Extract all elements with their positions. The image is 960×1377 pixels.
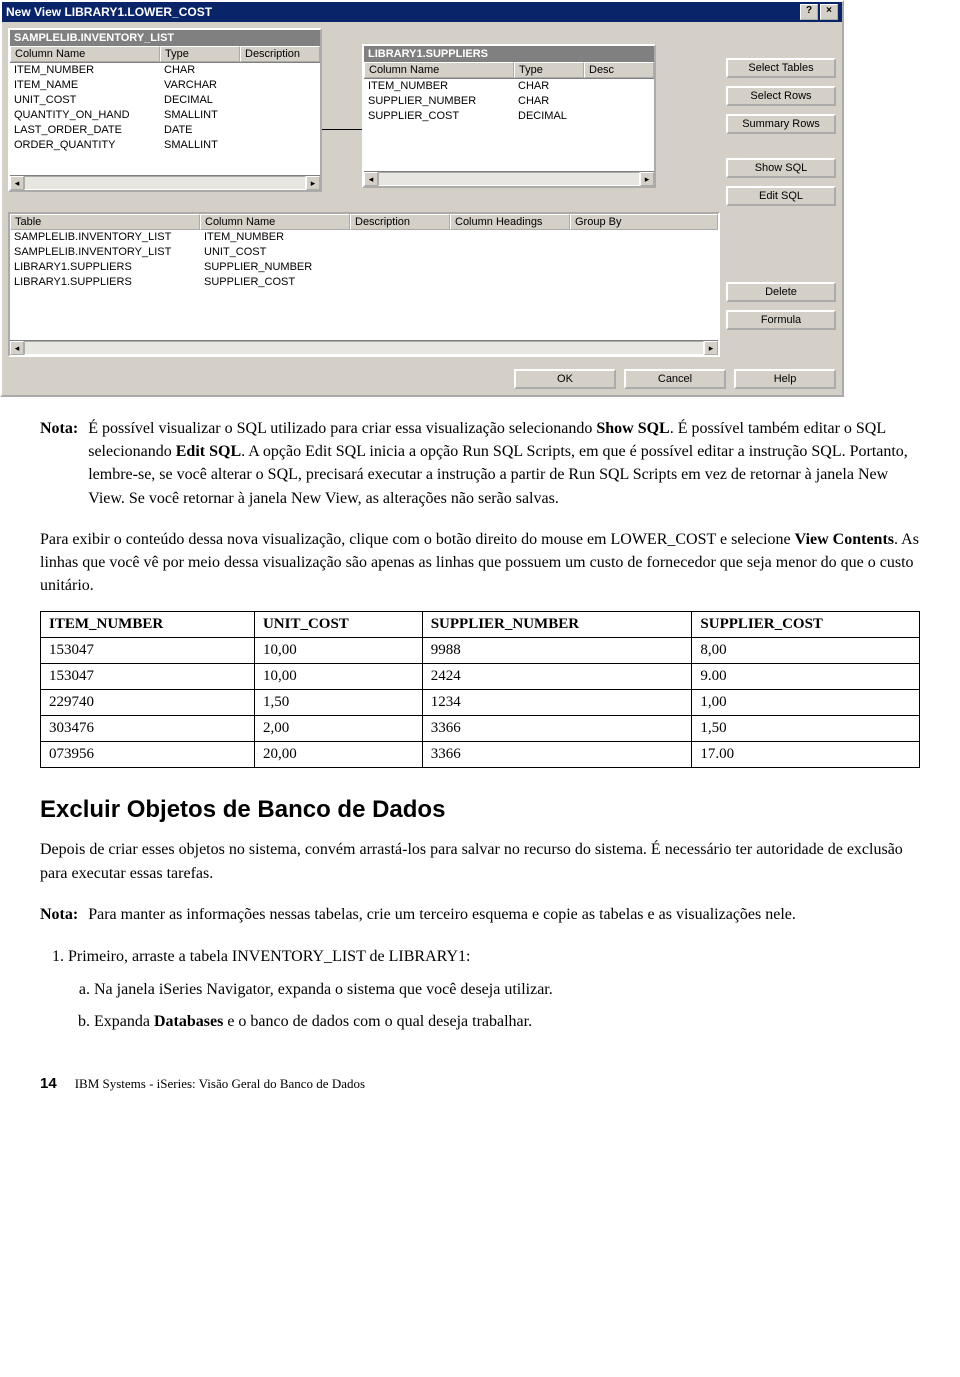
table-row: 07395620,00336617.00	[41, 742, 920, 768]
col-header[interactable]: Group By	[570, 214, 718, 230]
col-header[interactable]: Table	[10, 214, 200, 230]
scroll-left-icon[interactable]: ◂	[364, 172, 378, 186]
bold-showsql: Show SQL	[596, 420, 669, 437]
table-row: 15304710,0099888,00	[41, 638, 920, 664]
col-header[interactable]: Type	[514, 62, 584, 78]
close-icon[interactable]: ×	[820, 4, 838, 20]
col-header[interactable]: Column Name	[364, 62, 514, 78]
scrollbar[interactable]: ◂▸	[10, 175, 320, 190]
note-text: É possível visualizar o SQL utilizado pa…	[88, 417, 920, 510]
table-row[interactable]: LIBRARY1.SUPPLIERSSUPPLIER_COST	[10, 275, 718, 290]
col-header[interactable]: Column Name	[10, 46, 160, 62]
note-block: Nota: Para manter as informações nessas …	[40, 903, 920, 926]
scroll-track[interactable]	[378, 172, 640, 186]
window-title: New View LIBRARY1.LOWER_COST	[6, 5, 212, 19]
table-box-suppliers[interactable]: LIBRARY1.SUPPLIERS Column Name Type Desc…	[362, 44, 656, 188]
table-row[interactable]: UNIT_COSTDECIMAL	[10, 93, 320, 108]
th: UNIT_COST	[254, 612, 422, 638]
paragraph: Para exibir o conteúdo dessa nova visual…	[40, 528, 920, 598]
ordered-list: Primeiro, arraste a tabela INVENTORY_LIS…	[40, 944, 920, 1035]
scrollbar[interactable]: ◂▸	[10, 340, 718, 355]
paragraph: Depois de criar esses objetos no sistema…	[40, 838, 920, 884]
table-row[interactable]: ORDER_QUANTITYSMALLINT	[10, 138, 320, 153]
tables-diagram: SAMPLELIB.INVENTORY_LIST Column Name Typ…	[8, 28, 720, 192]
col-header[interactable]: Desc	[584, 62, 654, 78]
col-header[interactable]: Column Name	[200, 214, 350, 230]
ordered-sublist: Na janela iSeries Navigator, expanda o s…	[68, 977, 920, 1034]
scroll-right-icon[interactable]: ▸	[704, 341, 718, 355]
page-footer: 14 IBM Systems - iSeries: Visão Geral do…	[40, 1075, 920, 1092]
scroll-track[interactable]	[24, 341, 704, 355]
results-table: ITEM_NUMBER UNIT_COST SUPPLIER_NUMBER SU…	[40, 611, 920, 768]
table-row[interactable]: QUANTITY_ON_HANDSMALLINT	[10, 108, 320, 123]
table-box-title: SAMPLELIB.INVENTORY_LIST	[10, 30, 320, 46]
select-rows-button[interactable]: Select Rows	[726, 86, 836, 106]
table-row[interactable]: SUPPLIER_COSTDECIMAL	[364, 109, 654, 124]
table-row: 15304710,0024249.00	[41, 664, 920, 690]
scroll-track[interactable]	[24, 176, 306, 190]
table-box-inventory[interactable]: SAMPLELIB.INVENTORY_LIST Column Name Typ…	[8, 28, 322, 192]
section-heading: Excluir Objetos de Banco de Dados	[40, 796, 920, 824]
selected-columns-grid[interactable]: Table Column Name Description Column Hea…	[8, 212, 720, 357]
cancel-button[interactable]: Cancel	[624, 369, 726, 389]
delete-button[interactable]: Delete	[726, 282, 836, 302]
help-button[interactable]: Help	[734, 369, 836, 389]
bold-databases: Databases	[154, 1013, 223, 1030]
th: SUPPLIER_COST	[692, 612, 920, 638]
scroll-left-icon[interactable]: ◂	[10, 341, 24, 355]
join-line	[322, 129, 362, 131]
table-row[interactable]: SUPPLIER_NUMBERCHAR	[364, 94, 654, 109]
col-header[interactable]: Description	[240, 46, 320, 62]
table-row: 2297401,5012341,00	[41, 690, 920, 716]
note-block: Nota: É possível visualizar o SQL utiliz…	[40, 417, 920, 510]
table-row[interactable]: ITEM_NUMBERCHAR	[10, 63, 320, 78]
bold-viewcontents: View Contents	[795, 531, 894, 548]
bold-editsql: Edit SQL	[176, 443, 241, 460]
table-row[interactable]: ITEM_NUMBERCHAR	[364, 79, 654, 94]
table-row[interactable]: ITEM_NAMEVARCHAR	[10, 78, 320, 93]
page-number: 14	[40, 1075, 57, 1092]
th: ITEM_NUMBER	[41, 612, 255, 638]
col-header[interactable]: Column Headings	[450, 214, 570, 230]
new-view-dialog: New View LIBRARY1.LOWER_COST ? × SAMPLEL…	[0, 0, 844, 397]
select-tables-button[interactable]: Select Tables	[726, 58, 836, 78]
table-box-title: LIBRARY1.SUPPLIERS	[364, 46, 654, 62]
note-label: Nota:	[40, 903, 78, 926]
list-item: Primeiro, arraste a tabela INVENTORY_LIS…	[68, 944, 920, 1035]
table-row[interactable]: LAST_ORDER_DATEDATE	[10, 123, 320, 138]
book-title: IBM Systems - iSeries: Visão Geral do Ba…	[75, 1076, 365, 1092]
table-row[interactable]: SAMPLELIB.INVENTORY_LISTITEM_NUMBER	[10, 230, 718, 245]
table-row[interactable]: SAMPLELIB.INVENTORY_LISTUNIT_COST	[10, 245, 718, 260]
scroll-right-icon[interactable]: ▸	[640, 172, 654, 186]
help-icon[interactable]: ?	[800, 4, 818, 20]
table-row: 3034762,0033661,50	[41, 716, 920, 742]
note-label: Nota:	[40, 417, 78, 510]
col-header[interactable]: Type	[160, 46, 240, 62]
edit-sql-button[interactable]: Edit SQL	[726, 186, 836, 206]
scrollbar[interactable]: ◂▸	[364, 171, 654, 186]
summary-rows-button[interactable]: Summary Rows	[726, 114, 836, 134]
scroll-right-icon[interactable]: ▸	[306, 176, 320, 190]
ok-button[interactable]: OK	[514, 369, 616, 389]
th: SUPPLIER_NUMBER	[422, 612, 692, 638]
col-header[interactable]: Description	[350, 214, 450, 230]
table-row[interactable]: LIBRARY1.SUPPLIERSSUPPLIER_NUMBER	[10, 260, 718, 275]
note-text: Para manter as informações nessas tabela…	[88, 903, 796, 926]
show-sql-button[interactable]: Show SQL	[726, 158, 836, 178]
formula-button[interactable]: Formula	[726, 310, 836, 330]
list-item: Expanda Databases e o banco de dados com…	[94, 1009, 920, 1035]
titlebar: New View LIBRARY1.LOWER_COST ? ×	[2, 2, 842, 22]
list-item: Na janela iSeries Navigator, expanda o s…	[94, 977, 920, 1003]
scroll-left-icon[interactable]: ◂	[10, 176, 24, 190]
